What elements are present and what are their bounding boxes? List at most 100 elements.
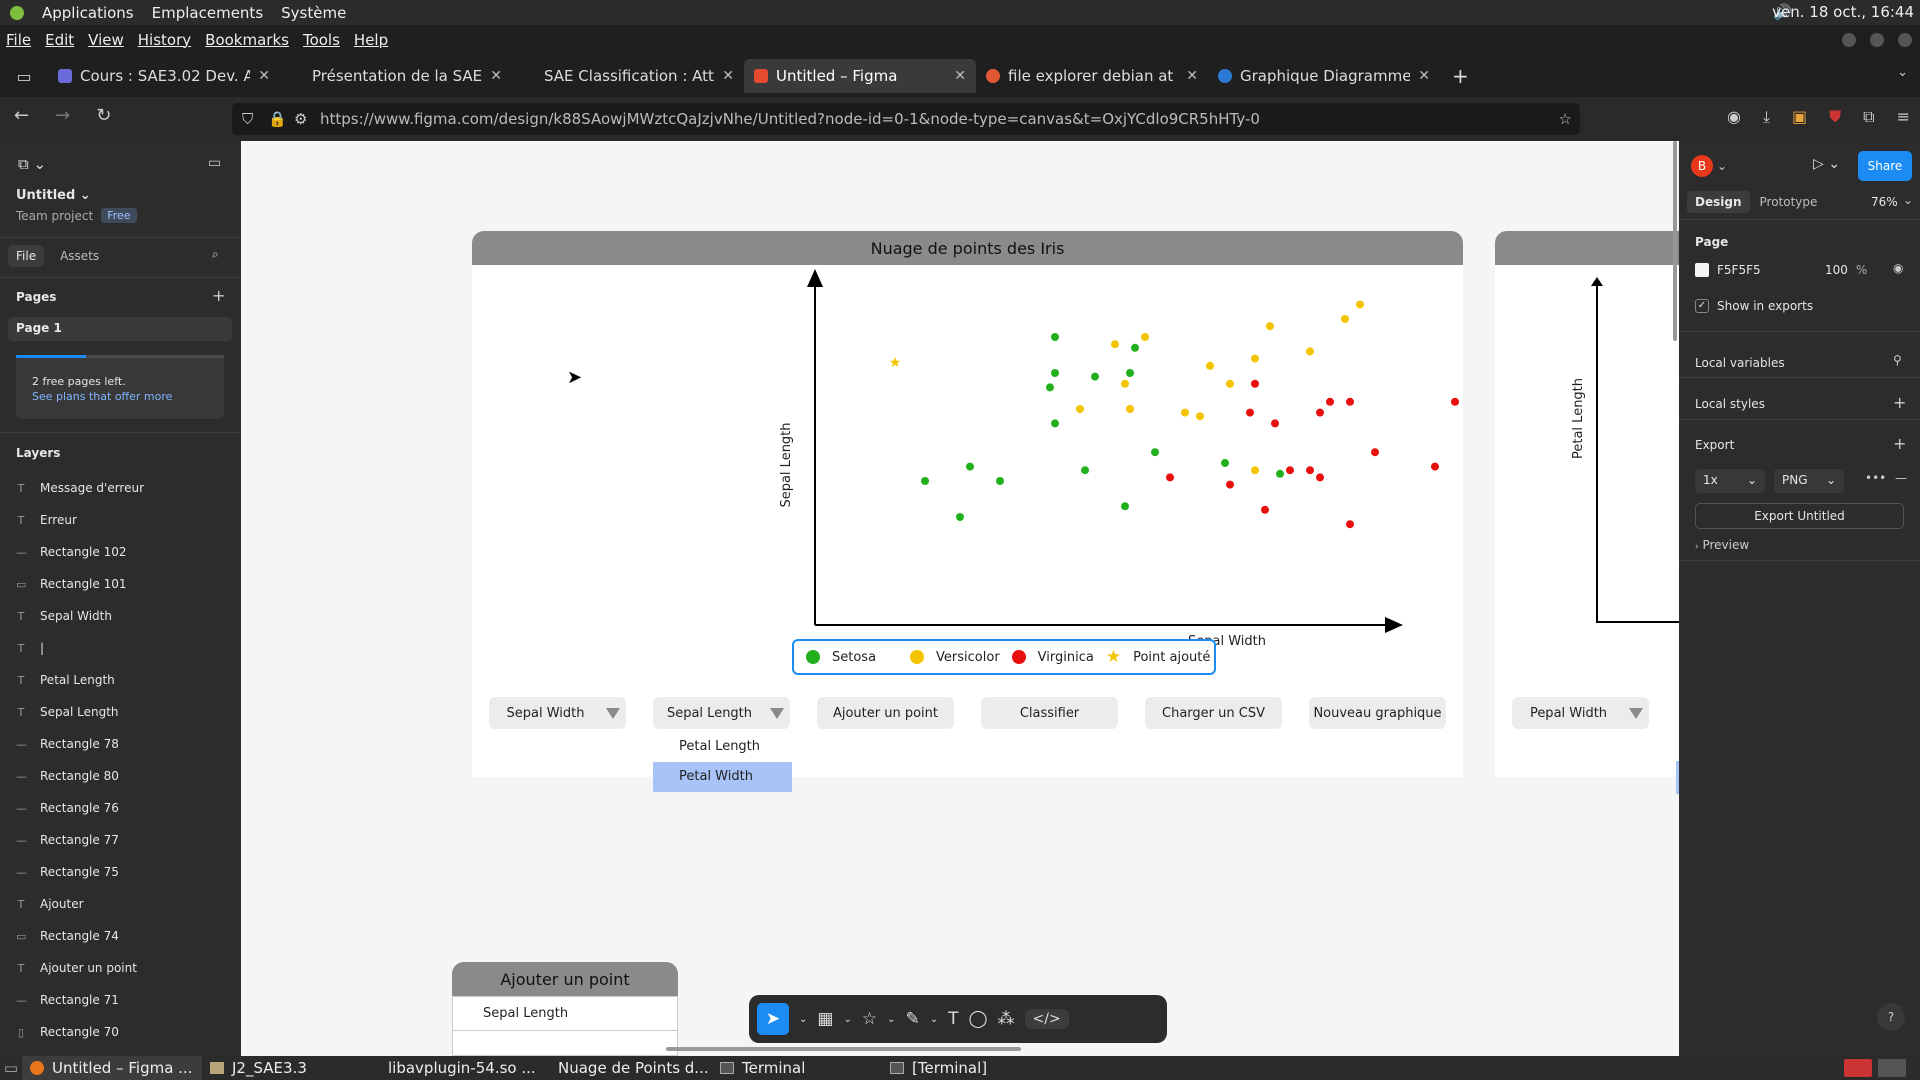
add-point-frame-title[interactable]: Ajouter un point bbox=[452, 962, 678, 996]
tab-overview-icon[interactable]: ▭ bbox=[0, 67, 48, 86]
close-icon[interactable] bbox=[1898, 33, 1912, 47]
layer-item[interactable]: T Sepal Width bbox=[0, 600, 241, 632]
dropdown-option-petal-length[interactable]: Petal Length bbox=[653, 732, 792, 762]
user-avatar[interactable]: B bbox=[1691, 155, 1713, 177]
zoom-chevron-icon[interactable]: ⌄ bbox=[1903, 193, 1913, 207]
permissions-icon[interactable]: ⚙ bbox=[294, 110, 307, 128]
tab-list-icon[interactable]: ⌄ bbox=[1897, 65, 1908, 80]
add-point-frame[interactable]: Sepal Length bbox=[452, 996, 678, 1056]
fill-swatch[interactable] bbox=[1695, 263, 1709, 277]
task-folder[interactable]: J2_SAE3.3 bbox=[202, 1056, 372, 1080]
layer-item[interactable]: ▭ Rectangle 101 bbox=[0, 568, 241, 600]
downloads-icon[interactable]: ⤓ bbox=[1763, 107, 1770, 127]
add-point-button[interactable]: Ajouter un point bbox=[817, 697, 954, 729]
layer-item[interactable]: T Sepal Length bbox=[0, 696, 241, 728]
vertical-scrollbar[interactable] bbox=[1673, 141, 1677, 341]
plan-badge[interactable]: Free bbox=[101, 208, 137, 223]
minimize-icon[interactable] bbox=[1842, 33, 1856, 47]
frame-tool-icon[interactable]: ▦ bbox=[817, 1009, 833, 1029]
layer-item[interactable]: — Rectangle 102 bbox=[0, 536, 241, 568]
figma-menu-icon[interactable]: ⧉ ⌄ bbox=[18, 155, 46, 173]
share-button[interactable]: Share bbox=[1858, 151, 1912, 181]
task-figma[interactable]: Untitled – Figma ... bbox=[22, 1056, 202, 1080]
local-styles[interactable]: Local styles bbox=[1695, 397, 1765, 411]
preview-toggle[interactable]: › Preview bbox=[1695, 538, 1749, 552]
frame-title-bar[interactable]: Nuage de points des Iris bbox=[472, 231, 1463, 265]
tab-figma[interactable]: Untitled – Figma ✕ bbox=[744, 59, 976, 93]
design-canvas[interactable]: Nuage de points des Iris Sepal Length Se… bbox=[241, 141, 1679, 1056]
actions-tool-icon[interactable]: ⁂ bbox=[998, 1009, 1015, 1029]
task-terminal[interactable]: Terminal bbox=[712, 1056, 882, 1080]
new-tab-icon[interactable]: + bbox=[1452, 64, 1469, 88]
layer-item[interactable]: T Erreur bbox=[0, 504, 241, 536]
layer-item[interactable]: — Rectangle 75 bbox=[0, 856, 241, 888]
dropdown-option-petal-width[interactable]: Petal Width bbox=[653, 762, 792, 792]
task-vscode[interactable]: libavplugin-54.so ... bbox=[372, 1056, 542, 1080]
y-axis-select[interactable]: Sepal Length bbox=[653, 697, 790, 729]
see-plans-link[interactable]: See plans that offer more bbox=[32, 390, 172, 403]
layer-item[interactable]: T Message d'erreur bbox=[0, 472, 241, 504]
back-icon[interactable]: ← bbox=[14, 105, 29, 126]
tab-sae-classification[interactable]: SAE Classification : Atten ✕ bbox=[512, 59, 744, 93]
more-options-icon[interactable]: ••• bbox=[1865, 471, 1886, 485]
panel-toggle-icon[interactable]: ▭ bbox=[208, 155, 221, 171]
local-variables[interactable]: Local variables bbox=[1695, 356, 1785, 370]
classify-button[interactable]: Classifier bbox=[981, 697, 1118, 729]
add-style-icon[interactable]: + bbox=[1893, 393, 1906, 412]
menu-history[interactable]: History bbox=[138, 31, 191, 49]
text-tool-icon[interactable]: T bbox=[948, 1009, 958, 1029]
comment-tool-icon[interactable]: ◯ bbox=[969, 1009, 988, 1029]
layer-item[interactable]: T Ajouter bbox=[0, 888, 241, 920]
menu-help[interactable]: Help bbox=[354, 31, 388, 49]
avatar-chevron-icon[interactable]: ⌄ bbox=[1717, 159, 1727, 173]
lock-icon[interactable]: 🔒 bbox=[268, 110, 287, 128]
dev-mode-icon[interactable]: </> bbox=[1024, 1009, 1069, 1029]
layer-item[interactable]: — Rectangle 77 bbox=[0, 824, 241, 856]
layer-item[interactable]: ▯ Rectangle 70 bbox=[0, 1016, 241, 1048]
variables-icon[interactable]: ⚲ bbox=[1893, 353, 1902, 367]
tab-design[interactable]: Design bbox=[1687, 191, 1750, 213]
move-tool-icon[interactable]: ➤ bbox=[757, 1003, 789, 1035]
tab-file-explorer[interactable]: file explorer debian at Du✕ bbox=[976, 59, 1208, 93]
menu-file[interactable]: File bbox=[6, 31, 31, 49]
fill-opacity[interactable]: 100 bbox=[1825, 263, 1848, 277]
workspace-switcher[interactable] bbox=[1844, 1059, 1872, 1077]
search-icon[interactable]: ⌕ bbox=[212, 247, 219, 262]
layer-item[interactable]: — Rectangle 78 bbox=[0, 728, 241, 760]
export-button[interactable]: Export Untitled bbox=[1695, 503, 1904, 529]
account-icon[interactable]: ◉ bbox=[1727, 107, 1741, 127]
layer-item[interactable]: — Rectangle 71 bbox=[0, 984, 241, 1016]
extensions-icon[interactable]: ⧉ bbox=[1863, 107, 1874, 127]
layer-item[interactable]: — Rectangle 76 bbox=[0, 792, 241, 824]
second-axis-select[interactable]: Pepal Width bbox=[1512, 697, 1649, 729]
hamburger-menu-icon[interactable]: ≡ bbox=[1897, 107, 1910, 127]
tab-close-icon[interactable]: ✕ bbox=[722, 68, 734, 84]
tab-presentation[interactable]: Présentation de la SAE Pa✕ bbox=[280, 59, 512, 93]
export-scale-select[interactable]: 1x ⌄ bbox=[1695, 469, 1765, 493]
layer-item[interactable]: — Rectangle 80 bbox=[0, 760, 241, 792]
tab-assets[interactable]: Assets bbox=[52, 245, 107, 267]
fill-hex[interactable]: F5F5F5 bbox=[1717, 263, 1817, 277]
tab-close-icon[interactable]: ✕ bbox=[1186, 68, 1198, 84]
remove-export-icon[interactable]: — bbox=[1895, 471, 1907, 485]
zoom-level[interactable]: 76% bbox=[1871, 195, 1898, 209]
tab-prototype[interactable]: Prototype bbox=[1760, 195, 1818, 209]
workspace-switcher-2[interactable] bbox=[1878, 1059, 1906, 1077]
menu-view[interactable]: View bbox=[88, 31, 124, 49]
visibility-eye-icon[interactable]: ◉ bbox=[1893, 261, 1903, 275]
tab-file[interactable]: File bbox=[8, 245, 45, 267]
second-frame-title-bar[interactable] bbox=[1495, 231, 1679, 265]
page-1-item[interactable]: Page 1 bbox=[8, 317, 232, 341]
system-logo-icon[interactable] bbox=[10, 5, 24, 20]
extension-badge-icon[interactable]: ▣ bbox=[1792, 107, 1807, 127]
maximize-icon[interactable] bbox=[1870, 33, 1884, 47]
new-chart-button[interactable]: Nouveau graphique bbox=[1309, 697, 1446, 729]
show-exports-checkbox[interactable]: ✓ bbox=[1695, 299, 1709, 313]
x-axis-select[interactable]: Sepal Width bbox=[489, 697, 626, 729]
menu-edit[interactable]: Edit bbox=[45, 31, 74, 49]
present-icon[interactable]: ▷ ⌄ bbox=[1813, 156, 1840, 172]
tab-cours[interactable]: Cours : SAE3.02 Dev. App✕ bbox=[48, 59, 280, 93]
add-page-icon[interactable]: + bbox=[212, 286, 225, 305]
reload-icon[interactable]: ↻ bbox=[96, 105, 111, 126]
bookmark-star-icon[interactable]: ☆ bbox=[1559, 110, 1572, 128]
